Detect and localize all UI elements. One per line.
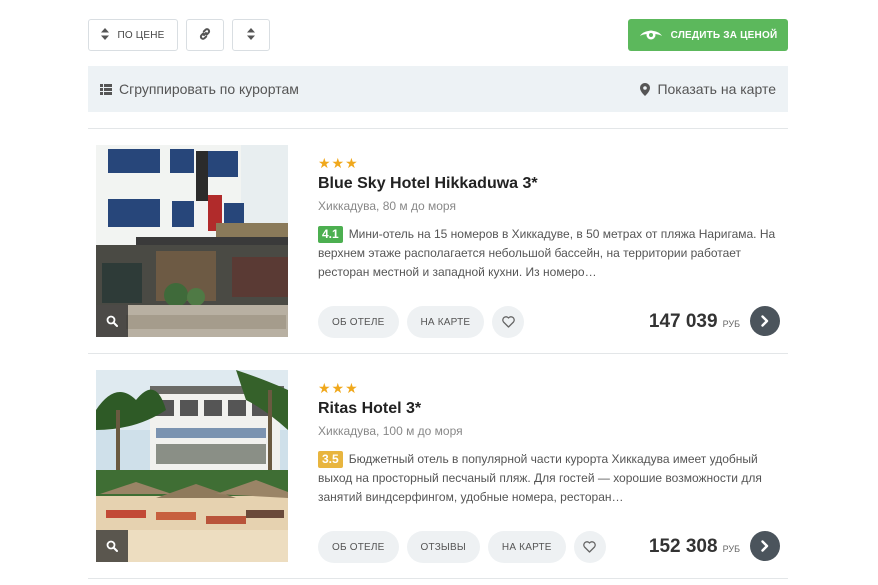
hotel-photo[interactable] (96, 145, 288, 337)
hotel-card: ★★★ Blue Sky Hotel Hikkaduwa 3* Хиккадув… (88, 128, 788, 338)
toolbar: ПО ЦЕНЕ СЛЕДИТЬ ЗА ЦЕНОЙ (88, 19, 788, 51)
follow-price-label: СЛЕДИТЬ ЗА ЦЕНОЙ (670, 29, 778, 41)
map-pin-icon (640, 82, 651, 96)
hotel-location: Хиккадува, 100 м до моря (318, 424, 463, 438)
hotel-stars: ★★★ (318, 380, 359, 396)
on-map-button[interactable]: НА КАРТЕ (487, 531, 566, 563)
hotel-description-text: Бюджетный отель в популярной части курор… (318, 452, 762, 504)
divider (88, 578, 788, 579)
on-map-button[interactable]: НА КАРТЕ (406, 306, 485, 338)
hotel-location: Хиккадува, 80 м до моря (318, 199, 456, 213)
reviews-button[interactable]: ОТЗЫВЫ (406, 531, 480, 563)
hotel-description: 4.1 Мини-отель на 15 номеров в Хиккадуве,… (318, 225, 780, 282)
hotel-name[interactable]: Blue Sky Hotel Hikkaduwa 3* (318, 175, 788, 193)
price-value: 147 039 (648, 311, 718, 332)
sort-arrows-icon (101, 28, 110, 42)
sort-by-price-button[interactable]: ПО ЦЕНЕ (88, 19, 178, 51)
show-on-map-label: Показать на карте (657, 81, 776, 97)
favorite-button[interactable] (492, 306, 525, 338)
show-on-map-button[interactable]: Показать на карте (640, 81, 776, 97)
zoom-button[interactable] (96, 530, 128, 562)
zoom-button[interactable] (96, 305, 128, 337)
heart-icon (502, 316, 515, 328)
group-by-resort-button[interactable]: Сгруппировать по курортам (100, 81, 299, 97)
hotel-info: ★★★ Blue Sky Hotel Hikkaduwa 3* Хиккадув… (318, 155, 788, 282)
about-hotel-button[interactable]: ОБ ОТЕЛЕ (318, 306, 399, 338)
open-hotel-button[interactable] (750, 306, 780, 336)
heart-icon (583, 541, 596, 553)
rating-badge: 4.1 (318, 226, 343, 243)
chevron-right-icon (761, 315, 769, 327)
group-bar: Сгруппировать по курортам Показать на ка… (88, 66, 788, 112)
group-by-resort-label: Сгруппировать по курортам (119, 81, 299, 97)
sort-arrows-icon (247, 28, 255, 42)
copy-link-button[interactable] (186, 19, 224, 51)
hotel-name[interactable]: Ritas Hotel 3* (318, 400, 788, 418)
link-icon (198, 27, 212, 43)
hotel-card: ★★★ Ritas Hotel 3* Хиккадува, 100 м до м… (88, 353, 788, 563)
hotel-info: ★★★ Ritas Hotel 3* Хиккадува, 100 м до м… (318, 380, 788, 507)
favorite-button[interactable] (573, 531, 606, 563)
hotel-actions: ОБ ОТЕЛЕ НА КАРТЕ (318, 306, 525, 338)
follow-price-button[interactable]: СЛЕДИТЬ ЗА ЦЕНОЙ (628, 19, 788, 51)
price-value: 152 308 (648, 536, 718, 557)
hotel-stars: ★★★ (318, 155, 359, 171)
sort-label: ПО ЦЕНЕ (117, 29, 165, 41)
hotel-price: 147 039 РУБ (649, 311, 740, 333)
open-hotel-button[interactable] (750, 531, 780, 561)
rating-badge: 3.5 (318, 451, 343, 468)
hotel-description-text: Мини-отель на 15 номеров в Хиккадуве, в … (318, 227, 776, 279)
hotel-actions: ОБ ОТЕЛЕ ОТЗЫВЫ НА КАРТЕ (318, 531, 606, 563)
about-hotel-button[interactable]: ОБ ОТЕЛЕ (318, 531, 399, 563)
hotel-price: 152 308 РУБ (649, 536, 740, 558)
hotel-description: 3.5 Бюджетный отель в популярной части ку… (318, 450, 780, 507)
magnifier-icon (106, 540, 118, 552)
list-icon (100, 83, 112, 95)
chevron-right-icon (761, 540, 769, 552)
hotel-photo[interactable] (96, 370, 288, 562)
price-currency: РУБ (722, 319, 740, 329)
magnifier-icon (106, 315, 118, 327)
eye-icon (639, 30, 662, 40)
price-currency: РУБ (722, 544, 740, 554)
sort-order-button[interactable] (232, 19, 270, 51)
